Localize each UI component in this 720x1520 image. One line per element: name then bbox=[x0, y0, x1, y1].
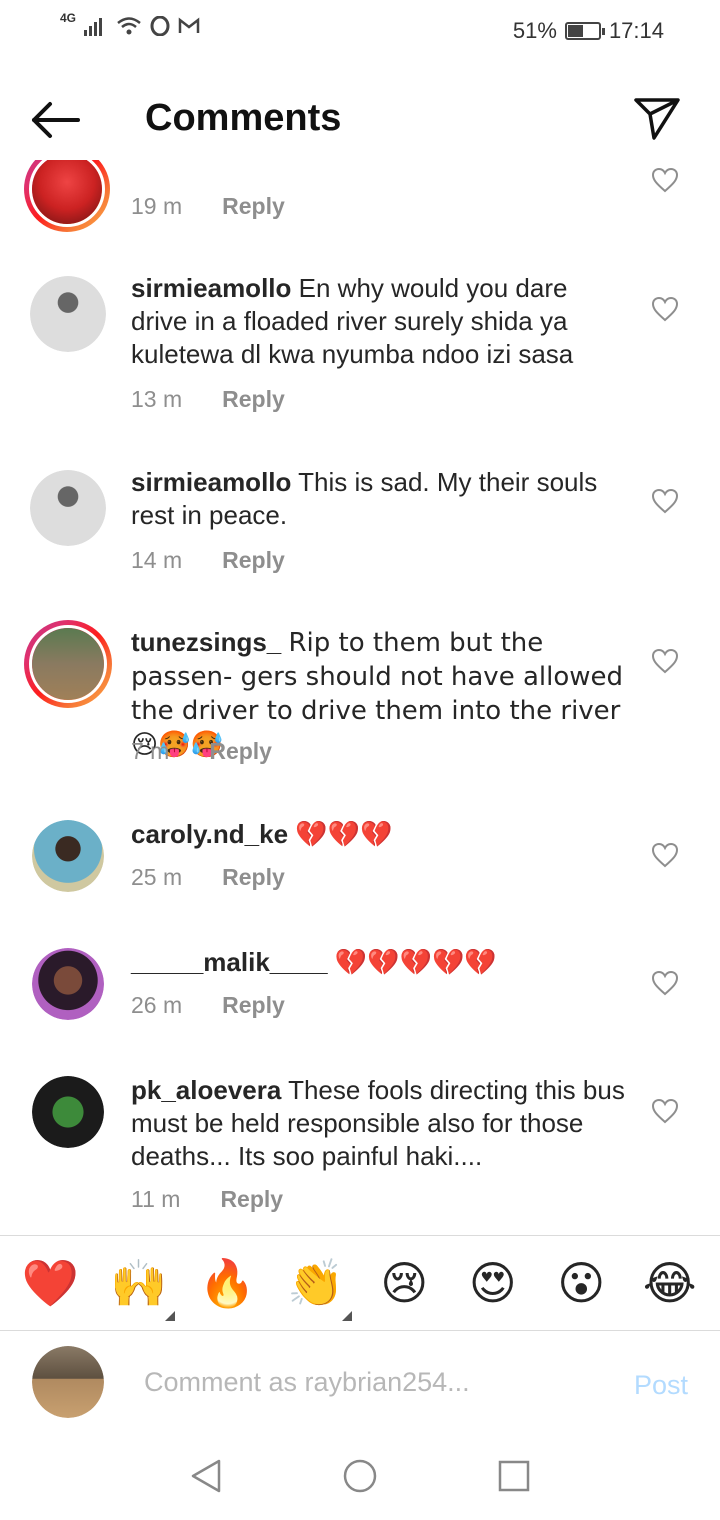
reply-button[interactable]: Reply bbox=[209, 738, 272, 765]
emoji-tears-of-joy[interactable]: 😂 bbox=[640, 1253, 700, 1313]
reply-button[interactable]: Reply bbox=[222, 864, 285, 891]
comment-username[interactable]: tunezsings_ bbox=[131, 627, 281, 657]
skin-tone-indicator bbox=[164, 1311, 175, 1321]
avatar[interactable] bbox=[30, 470, 106, 546]
circle-home-icon bbox=[343, 1459, 377, 1493]
page-title: Comments bbox=[145, 97, 342, 139]
avatar[interactable] bbox=[32, 820, 104, 892]
heart-icon[interactable] bbox=[651, 1098, 679, 1124]
comment-time: 14 m bbox=[131, 547, 183, 573]
comment-input[interactable] bbox=[144, 1360, 604, 1404]
comment-meta: 14 m Reply bbox=[131, 547, 285, 574]
system-nav-bar bbox=[0, 1432, 720, 1520]
reply-button[interactable]: Reply bbox=[220, 1186, 283, 1213]
triangle-back-icon bbox=[191, 1459, 221, 1493]
skin-tone-indicator bbox=[341, 1311, 352, 1321]
status-bar: 4G 51% 17:14 bbox=[0, 0, 720, 64]
avatar[interactable] bbox=[32, 1076, 104, 1148]
share-button[interactable] bbox=[632, 94, 684, 142]
comment-message: 💔💔💔 bbox=[295, 820, 393, 850]
comment-username[interactable]: _____malik____ bbox=[131, 947, 328, 977]
emoji-clapping-hands[interactable]: 👏 bbox=[286, 1253, 352, 1321]
comment-meta: 26 m Reply bbox=[131, 992, 285, 1019]
back-arrow-icon bbox=[32, 102, 80, 138]
comment-meta: 13 m Reply bbox=[131, 386, 285, 413]
avatar[interactable] bbox=[32, 948, 104, 1020]
emoji-crying-face[interactable]: 😢 bbox=[374, 1253, 434, 1313]
comments-list[interactable]: 19 m Reply sirmieamollo En why would you… bbox=[0, 160, 720, 1235]
avatar[interactable] bbox=[30, 276, 106, 352]
comment-time: 13 m bbox=[131, 386, 183, 412]
comment-text: caroly.nd_ke 💔💔💔 bbox=[131, 818, 631, 852]
comment-text: sirmieamollo This is sad. My their souls… bbox=[131, 466, 631, 532]
comment-text: _____malik____ 💔💔💔💔💔 bbox=[131, 946, 631, 980]
emoji-heart-eyes[interactable]: 😍 bbox=[463, 1253, 523, 1313]
network-type: 4G bbox=[60, 11, 77, 25]
nav-recents-button[interactable] bbox=[492, 1454, 536, 1498]
emoji-heart[interactable]: ❤️ bbox=[20, 1253, 80, 1313]
wifi-icon bbox=[117, 17, 141, 35]
emoji-fire[interactable]: 🔥 bbox=[197, 1253, 257, 1313]
current-user-avatar bbox=[32, 1346, 104, 1418]
post-button[interactable]: Post bbox=[634, 1370, 688, 1401]
comment-time: 25 m bbox=[131, 864, 183, 890]
comment-meta: 19 m Reply bbox=[131, 193, 285, 220]
opera-icon bbox=[150, 16, 170, 36]
reply-button[interactable]: Reply bbox=[222, 547, 285, 574]
emoji-raised-hands[interactable]: 🙌 bbox=[109, 1253, 175, 1321]
comment-username[interactable]: pk_aloevera bbox=[131, 1075, 281, 1105]
heart-icon[interactable] bbox=[651, 648, 679, 674]
battery-icon bbox=[564, 22, 605, 40]
battery-percent: 51% bbox=[512, 18, 557, 43]
back-button[interactable] bbox=[28, 98, 84, 142]
comment-time: 19 m bbox=[131, 193, 183, 219]
battery-fill bbox=[567, 25, 584, 37]
comment-text: pk_aloevera These fools directing this b… bbox=[131, 1074, 631, 1173]
emoji-reaction-bar: ❤️ 🙌 🔥 👏 😢 😍 😮 😂 bbox=[0, 1235, 720, 1331]
reply-button[interactable]: Reply bbox=[222, 386, 285, 413]
comment-composer: Post bbox=[0, 1332, 720, 1432]
heart-icon[interactable] bbox=[651, 488, 679, 514]
comment-message: 💔💔💔💔💔 bbox=[334, 948, 497, 978]
status-icons-right: 51% 17:14 bbox=[513, 18, 664, 44]
nav-home-button[interactable] bbox=[338, 1454, 382, 1498]
nav-back-button[interactable] bbox=[184, 1454, 228, 1498]
comment-meta: 25 m Reply bbox=[131, 864, 285, 891]
status-icons-left: 4G bbox=[60, 11, 200, 36]
square-recents-icon bbox=[498, 1460, 530, 1492]
heart-icon[interactable] bbox=[651, 970, 679, 996]
comment-meta: 11 m Reply bbox=[131, 1186, 283, 1213]
gmail-icon bbox=[178, 17, 200, 33]
reply-button[interactable]: Reply bbox=[222, 193, 285, 220]
comment-time: 7 m bbox=[131, 738, 170, 764]
heart-icon[interactable] bbox=[651, 167, 679, 193]
heart-icon[interactable] bbox=[651, 296, 679, 322]
avatar[interactable] bbox=[24, 620, 112, 708]
signal-icon bbox=[84, 18, 103, 36]
comment-username[interactable]: caroly.nd_ke bbox=[131, 819, 288, 849]
comment-time: 26 m bbox=[131, 992, 183, 1018]
emoji-surprised-face[interactable]: 😮 bbox=[551, 1253, 611, 1313]
paper-plane-icon bbox=[634, 98, 680, 140]
avatar[interactable] bbox=[24, 160, 110, 232]
header: Comments bbox=[0, 80, 720, 160]
heart-icon[interactable] bbox=[651, 842, 679, 868]
clock: 17:14 bbox=[608, 18, 664, 43]
comment-time: 11 m bbox=[131, 1186, 181, 1212]
emoji-glyph: 👏 bbox=[287, 1255, 345, 1310]
emoji-glyph: 🙌 bbox=[110, 1255, 168, 1310]
comment-username[interactable]: sirmieamollo bbox=[131, 273, 291, 303]
comment-username[interactable]: sirmieamollo bbox=[131, 467, 291, 497]
comment-text: sirmieamollo En why would you dare drive… bbox=[131, 272, 631, 371]
comment-meta: 7 m Reply bbox=[131, 738, 272, 765]
reply-button[interactable]: Reply bbox=[222, 992, 285, 1019]
